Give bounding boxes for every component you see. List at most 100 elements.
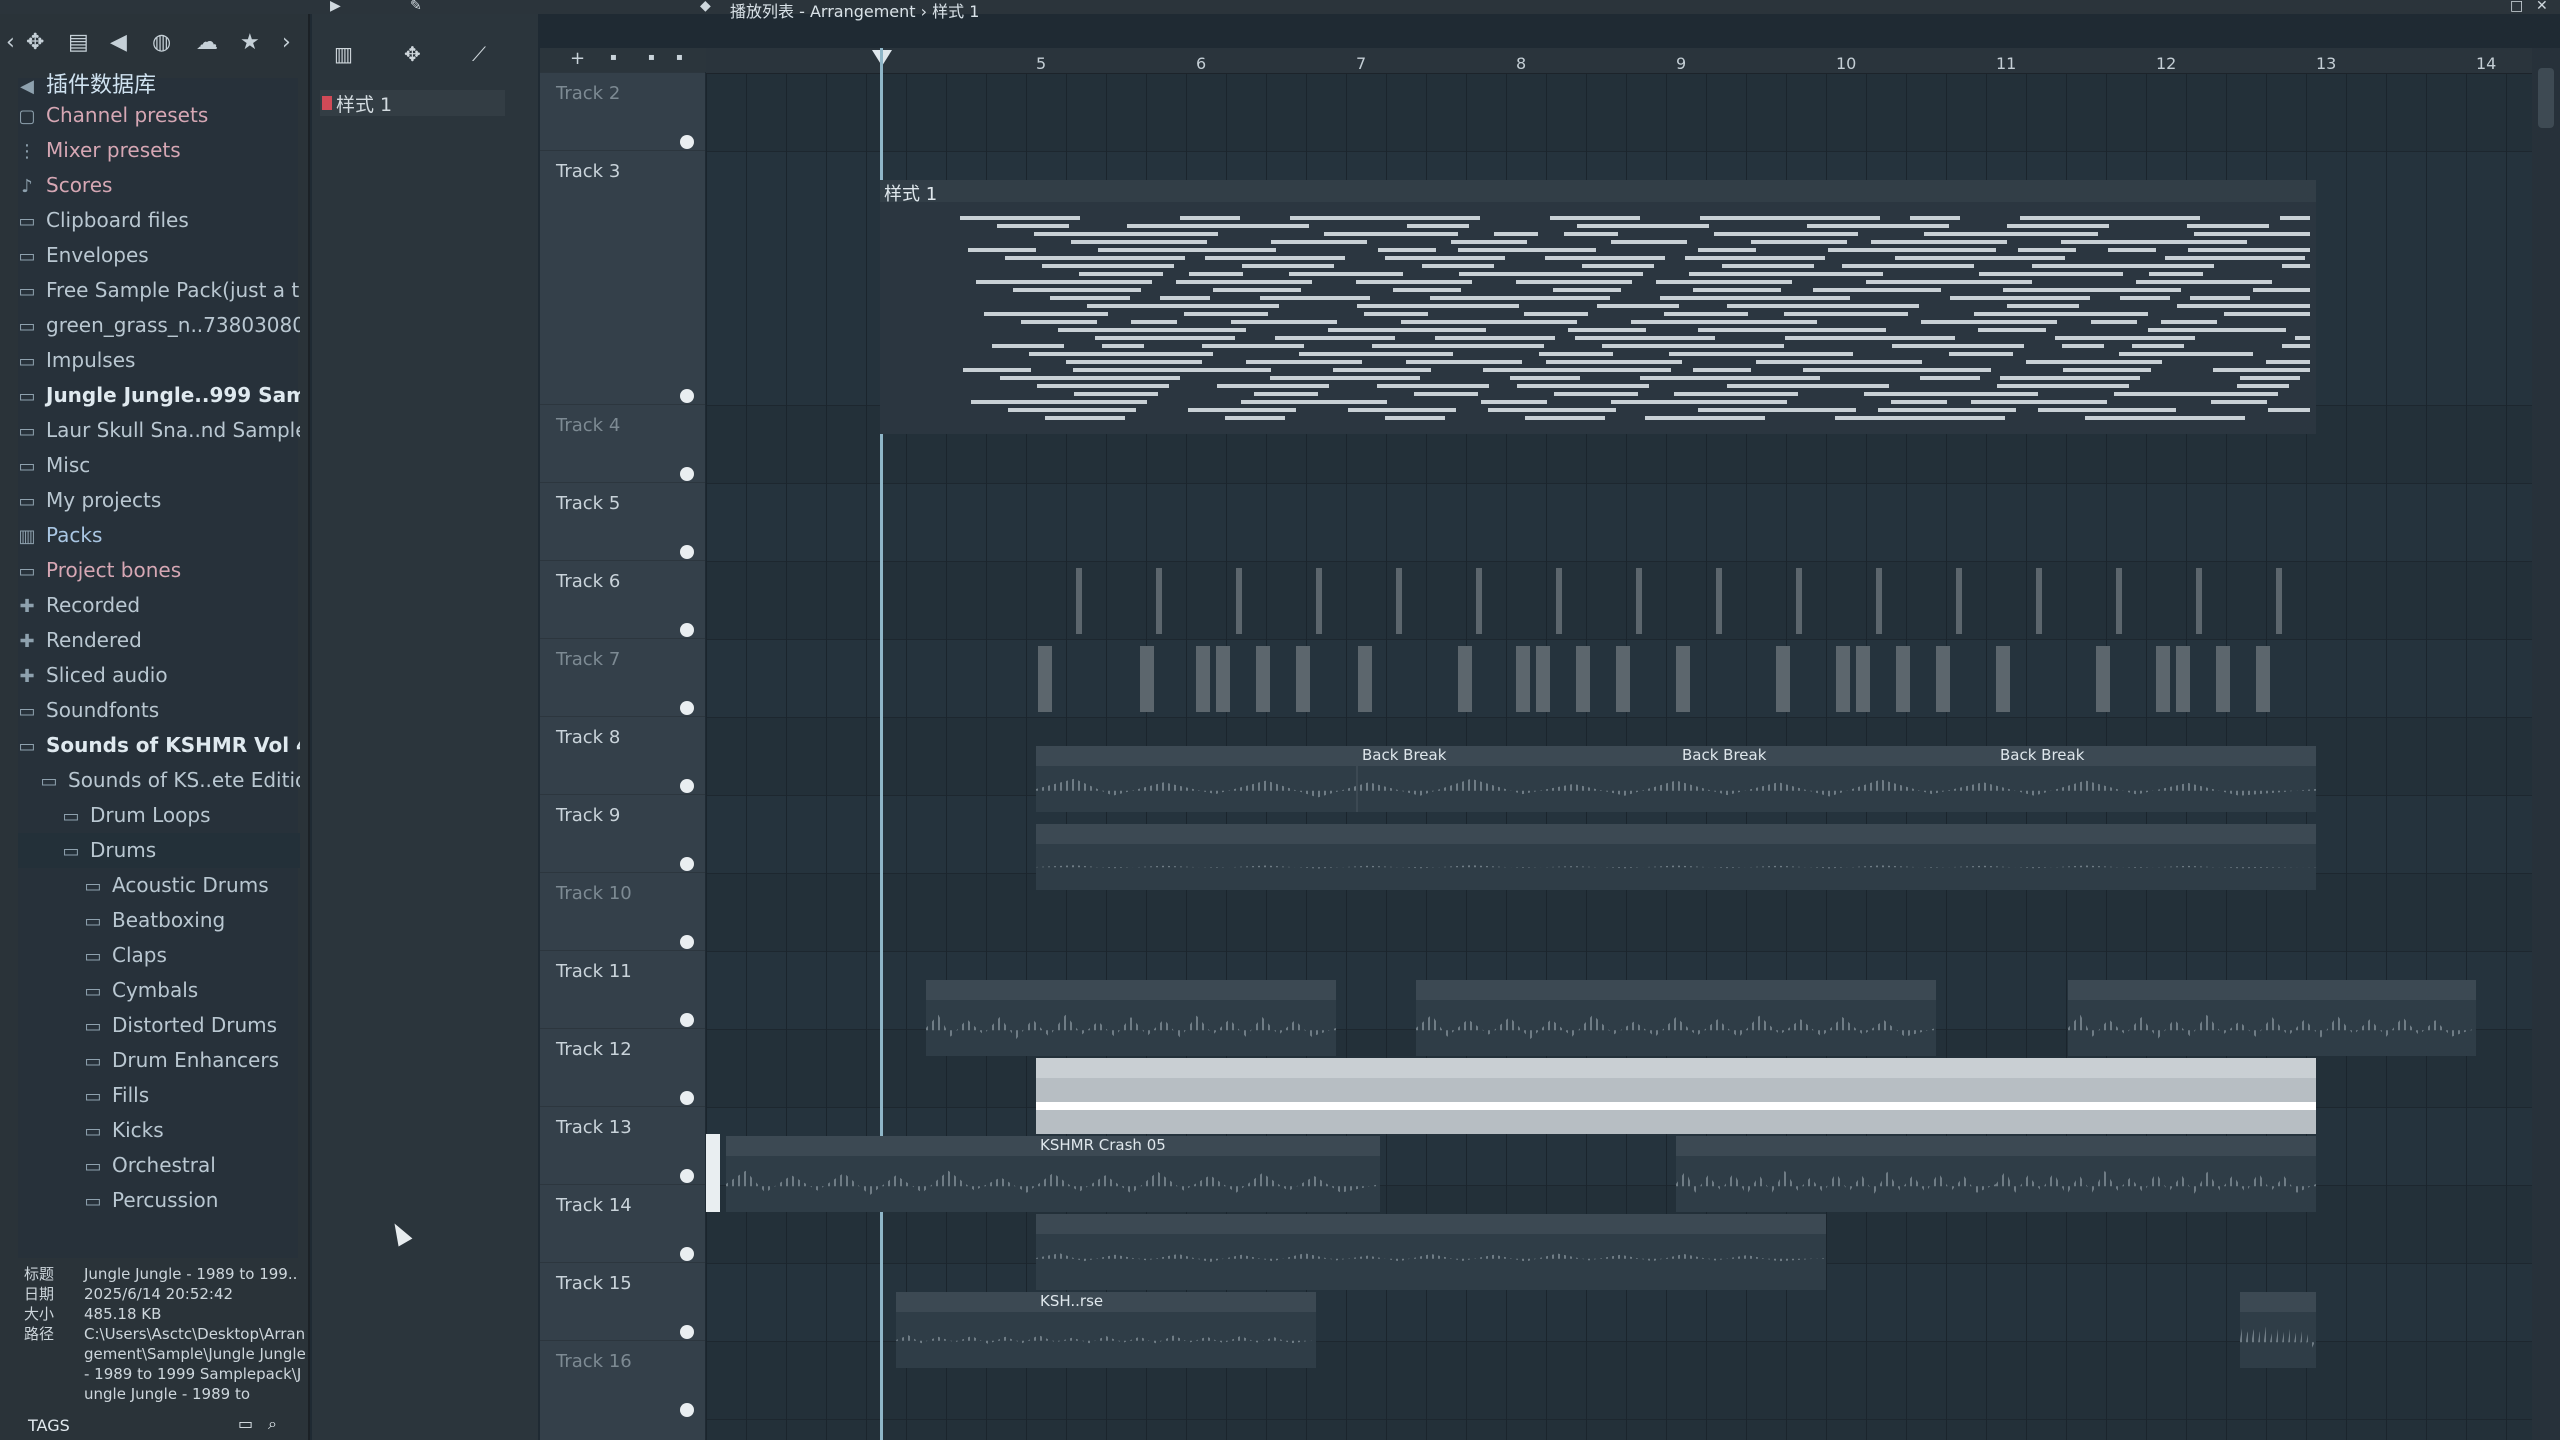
audio-clip-hit[interactable]: [1776, 646, 1790, 712]
tool-icon[interactable]: ▪: [676, 52, 683, 63]
audio-clip-hit[interactable]: [1256, 646, 1270, 712]
maximize-icon[interactable]: □: [2510, 0, 2523, 14]
track-header[interactable]: Track 7: [540, 638, 705, 716]
link-icon[interactable]: ⟋: [472, 42, 486, 66]
audio-clip-hit[interactable]: [1038, 646, 1052, 712]
browser-item[interactable]: ▭ Acoustic Drums: [18, 868, 300, 903]
audio-clip-hit[interactable]: [1458, 646, 1472, 712]
audio-clip-hit[interactable]: [1536, 646, 1550, 712]
audio-clip-hit[interactable]: [1296, 646, 1310, 712]
track-enable-toggle[interactable]: [680, 857, 694, 871]
audio-clip-hit[interactable]: [2276, 568, 2282, 634]
audio-clip-hit[interactable]: [1556, 568, 1562, 634]
browser-item[interactable]: ▢ Channel presets: [18, 98, 300, 133]
track-enable-toggle[interactable]: [680, 1169, 694, 1183]
browser-item[interactable]: ▭ Percussion: [18, 1183, 300, 1218]
audio-clip-hit[interactable]: [2196, 568, 2202, 634]
tool-icon[interactable]: ▪: [610, 52, 617, 63]
audio-clip-hit[interactable]: [1076, 568, 1082, 634]
scrollbar-thumb[interactable]: [2538, 68, 2554, 128]
track-enable-toggle[interactable]: [680, 779, 694, 793]
track-header[interactable]: Track 2: [540, 72, 705, 150]
file-icon[interactable]: ▤: [68, 30, 89, 55]
track-header[interactable]: Track 4: [540, 404, 705, 482]
audio-clip-crash15[interactable]: KSHMR Crash 15 - Long and Verby: [1036, 1214, 1826, 1290]
audio-clip-impact-3[interactable]: KSHMR Impact High 01: [2068, 980, 2476, 1056]
audio-clip-crash05-2[interactable]: KSHMR Crash 05 #2: [1676, 1136, 1996, 1212]
audio-clip-hit[interactable]: [1140, 646, 1154, 712]
audio-clip-hit[interactable]: [2176, 646, 2190, 712]
browser-item[interactable]: ▭ Project bones: [18, 553, 300, 588]
browser-item[interactable]: ▭ Orchestral: [18, 1148, 300, 1183]
browser-item[interactable]: ▭ Cymbals: [18, 973, 300, 1008]
audio-clip-crash-000[interactable]: crash_000: [1036, 1058, 1678, 1134]
audio-clip-hit[interactable]: [1836, 646, 1850, 712]
browser-item[interactable]: ▭ Fills: [18, 1078, 300, 1113]
timeline-ruler[interactable]: 5 6 7 8 9 10 11 12 13 14: [706, 48, 2532, 74]
browser-item[interactable]: ✚ Recorded: [18, 588, 300, 623]
speaker-icon[interactable]: ◀: [110, 30, 127, 55]
track-lane[interactable]: [706, 484, 2532, 562]
browser-item[interactable]: ▭ Laur Skull Sna..nd Sample Pack: [18, 413, 300, 448]
browser-item[interactable]: ♪ Scores: [18, 168, 300, 203]
audio-clip-hit[interactable]: [2036, 568, 2042, 634]
track-enable-toggle[interactable]: [680, 389, 694, 403]
audio-clip-kse2[interactable]: KS..e #2: [2240, 1292, 2316, 1368]
track-enable-toggle[interactable]: [680, 135, 694, 149]
pattern-picker-icon[interactable]: ▥: [334, 42, 353, 66]
track-enable-toggle[interactable]: [680, 1403, 694, 1417]
chevron-right-icon[interactable]: ›: [282, 30, 291, 55]
audio-clip-hit[interactable]: [1876, 568, 1882, 634]
browser-item[interactable]: ▭ Drums: [18, 833, 300, 868]
browser-item[interactable]: ▥ Packs: [18, 518, 300, 553]
track-enable-toggle[interactable]: [680, 545, 694, 559]
track-header[interactable]: Track 3: [540, 150, 705, 404]
audio-clip-hit[interactable]: [1216, 646, 1230, 712]
audio-clip-hit[interactable]: [2116, 568, 2122, 634]
audio-clip-hit[interactable]: [1236, 568, 1242, 634]
audio-clip-hit[interactable]: [2156, 646, 2170, 712]
track-header[interactable]: Track 9: [540, 794, 705, 872]
audio-clip-hit[interactable]: [1316, 568, 1322, 634]
track-lane[interactable]: [706, 74, 2532, 152]
audio-clip-riser[interactable]: GNGS_riser_05_g: [896, 1292, 1316, 1368]
audio-clip-hit[interactable]: [1396, 568, 1402, 634]
track-header[interactable]: Track 8: [540, 716, 705, 794]
audio-clip-crash-000-2[interactable]: crash_000 #2: [1678, 1058, 2316, 1134]
browser-item[interactable]: ▭ Impulses: [18, 343, 300, 378]
browser-item[interactable]: ▭ Soundfonts: [18, 693, 300, 728]
move-icon[interactable]: ✥: [26, 30, 44, 55]
browser-item[interactable]: ▭ Beatboxing: [18, 903, 300, 938]
audio-clip-hit[interactable]: [1856, 646, 1870, 712]
browser-item[interactable]: ▭ Drum Enhancers: [18, 1043, 300, 1078]
audio-clip-hit[interactable]: [2256, 646, 2270, 712]
track-header[interactable]: Track 14: [540, 1184, 705, 1262]
browser-item[interactable]: ▭ Drum Loops: [18, 798, 300, 833]
pencil-icon[interactable]: ✎: [410, 0, 422, 14]
audio-clip-hit[interactable]: [1156, 568, 1162, 634]
browser-item[interactable]: ▭ Envelopes: [18, 238, 300, 273]
audio-clip-hit[interactable]: [1616, 646, 1630, 712]
track-lane[interactable]: [706, 562, 2532, 640]
browser-item[interactable]: ▭ Free Sample Pack(just a test!!!): [18, 273, 300, 308]
track-enable-toggle[interactable]: [680, 1091, 694, 1105]
audio-clip-hit[interactable]: [1716, 568, 1722, 634]
audio-clip-hit[interactable]: [1996, 646, 2010, 712]
vertical-scrollbar[interactable]: [2532, 48, 2560, 1440]
audio-clip-hit[interactable]: [1956, 568, 1962, 634]
folder-icon[interactable]: ▭: [238, 1414, 253, 1433]
audio-clip-hit[interactable]: [1358, 646, 1372, 712]
cloud-icon[interactable]: ☁: [196, 30, 218, 55]
audio-clip-hit[interactable]: [1896, 646, 1910, 712]
audio-clip-hit[interactable]: [2096, 646, 2110, 712]
chevron-left-icon[interactable]: ‹: [6, 30, 15, 55]
browser-item[interactable]: ▭ My projects: [18, 483, 300, 518]
audio-clip-hit[interactable]: [1476, 568, 1482, 634]
audio-clip-hit[interactable]: [1636, 568, 1642, 634]
close-icon[interactable]: ✕: [2536, 0, 2548, 14]
add-track-icon[interactable]: +: [570, 48, 585, 69]
track-header[interactable]: Track 15: [540, 1262, 705, 1340]
track-header[interactable]: Track 6: [540, 560, 705, 638]
browser-item[interactable]: ▭ Kicks: [18, 1113, 300, 1148]
browser-item[interactable]: ▭ Jungle Jungle..999 Samplepack: [18, 378, 300, 413]
